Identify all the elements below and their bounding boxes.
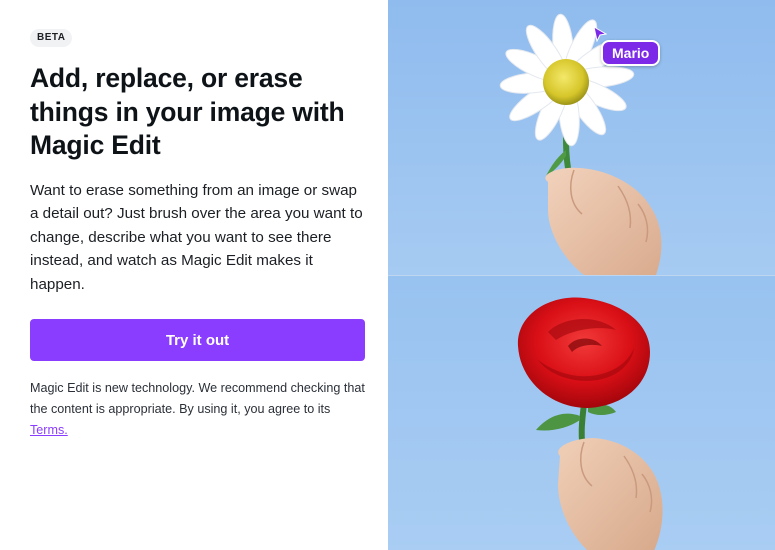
try-it-out-button[interactable]: Try it out <box>30 319 365 361</box>
rose-illustration <box>388 276 775 550</box>
page-title: Add, replace, or erase things in your im… <box>30 63 345 160</box>
collaborator-name-tag: Mario <box>601 40 661 66</box>
terms-link[interactable]: Terms. <box>30 423 68 437</box>
beta-badge: BETA <box>30 29 73 47</box>
collaborator-cursor-icon <box>593 26 607 42</box>
disclaimer-body: Magic Edit is new technology. We recomme… <box>30 381 365 416</box>
magic-edit-info-panel: BETA Add, replace, or erase things in yo… <box>0 0 388 550</box>
daisy-illustration <box>388 0 775 275</box>
feature-description: Want to erase something from an image or… <box>30 182 363 293</box>
before-image-daisy <box>388 0 775 275</box>
disclaimer-text: Magic Edit is new technology. We recomme… <box>30 378 370 441</box>
after-image-rose <box>388 275 775 550</box>
